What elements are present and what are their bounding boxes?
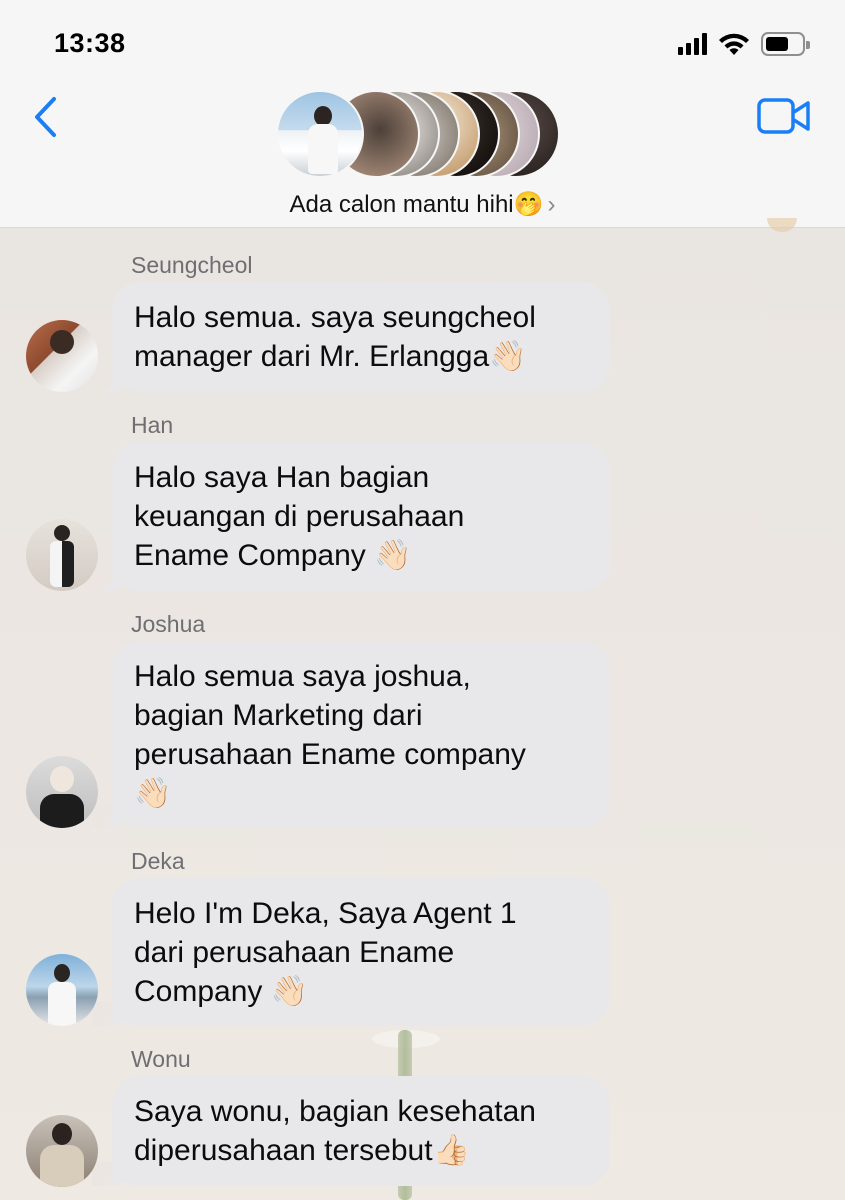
group-name-text: Ada calon mantu hihi🤭 — [289, 191, 544, 218]
video-call-icon[interactable] — [757, 96, 811, 136]
chat-header: 13:38 Ada calon mantu hihi🤭 › — [0, 0, 845, 232]
sender-avatar[interactable] — [26, 1115, 98, 1187]
sender-avatar[interactable] — [26, 756, 98, 828]
message-text: Helo I'm Deka, Saya Agent 1 dari perusah… — [134, 897, 517, 1008]
sender-name: Deka — [131, 848, 185, 874]
message-bubble[interactable]: Helo I'm Deka, Saya Agent 1 dari perusah… — [92, 878, 610, 1026]
sender-name: Seungcheol — [131, 252, 253, 278]
message-text: Halo semua. saya seungcheol manager dari… — [134, 301, 536, 373]
cellular-signal-icon — [678, 33, 707, 55]
message-bubble[interactable]: Halo semua saya joshua, bagian Marketing… — [92, 641, 610, 828]
message-text: Saya wonu, bagian kesehatan diperusahaan… — [134, 1095, 536, 1167]
sender-name: Han — [131, 412, 174, 438]
group-member-avatar — [276, 90, 364, 178]
status-time: 13:38 — [54, 28, 126, 58]
status-icons — [678, 30, 810, 58]
message-bubble[interactable]: Saya wonu, bagian kesehatan diperusahaan… — [92, 1076, 610, 1186]
group-avatar-stack[interactable] — [276, 90, 576, 178]
back-chevron-icon[interactable] — [30, 96, 60, 138]
sender-name: Joshua — [131, 611, 206, 637]
group-name[interactable]: Ada calon mantu hihi🤭 › — [0, 190, 845, 219]
battery-icon — [761, 32, 810, 56]
message-bubble[interactable]: Halo saya Han bagian keuangan di perusah… — [92, 442, 610, 591]
sender-avatar[interactable] — [26, 954, 98, 1026]
message-text: Halo semua saya joshua, bagian Marketing… — [134, 660, 526, 810]
sender-avatar[interactable] — [26, 519, 98, 591]
sender-name: Wonu — [131, 1046, 191, 1072]
sender-avatar[interactable] — [26, 320, 98, 392]
message-text: Halo saya Han bagian keuangan di perusah… — [134, 461, 465, 572]
message-bubble[interactable]: Halo semua. saya seungcheol manager dari… — [92, 282, 610, 392]
chevron-right-icon: › — [547, 191, 556, 218]
wifi-icon — [719, 33, 749, 55]
